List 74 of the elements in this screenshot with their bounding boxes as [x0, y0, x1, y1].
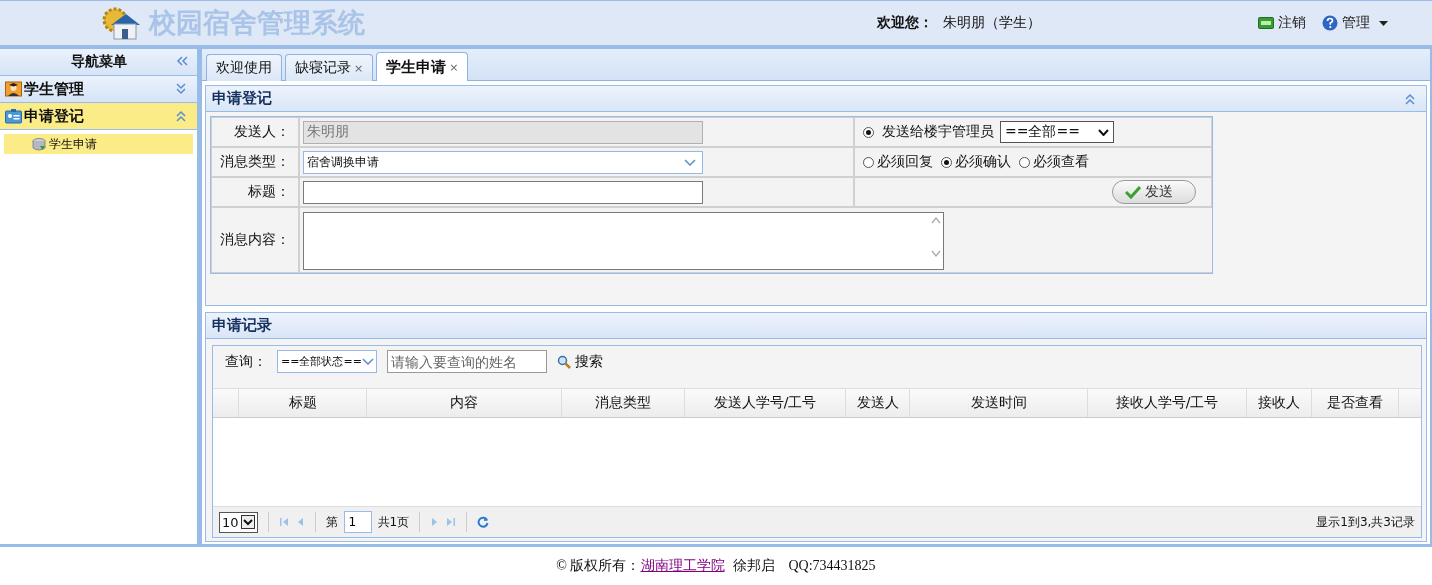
dropdown-icon — [684, 158, 696, 166]
check-icon — [1125, 185, 1141, 199]
status-select[interactable]: ==全部状态== — [277, 350, 377, 373]
user-name: 朱明朋（学生） — [943, 14, 1041, 32]
tab[interactable]: 欢迎使用 — [206, 54, 282, 81]
student-icon — [5, 81, 22, 97]
menu-group[interactable]: 申请登记 — [0, 103, 197, 130]
column-header: 标题 — [288, 394, 317, 412]
field-label: 消息类型： — [220, 153, 290, 171]
caret-icon — [1379, 20, 1388, 26]
search-field[interactable]: 请输入要查询的姓名 — [387, 350, 547, 373]
qq-number: QQ:734431825 — [788, 558, 876, 574]
close-icon[interactable]: × — [354, 61, 364, 75]
welcome-label: 欢迎您： — [877, 14, 933, 32]
panel-title: 申请登记 — [212, 89, 272, 108]
radio-label: 发送给楼宇管理员 — [882, 123, 994, 141]
menu-group[interactable]: 学生管理 — [0, 76, 197, 103]
close-icon[interactable]: × — [449, 60, 459, 74]
send-button[interactable]: 发送 — [1112, 180, 1196, 204]
radio-button[interactable] — [941, 156, 952, 168]
field-label: 消息内容： — [220, 231, 290, 249]
radio-button[interactable] — [863, 156, 874, 168]
page-input[interactable]: 1 — [343, 511, 372, 533]
input-field[interactable] — [303, 180, 703, 204]
page-label: 第 — [325, 513, 338, 531]
column-header: 是否查看 — [1327, 394, 1383, 412]
school-link[interactable]: 湖南理工学院 — [640, 558, 725, 573]
column-header: 消息类型 — [595, 394, 651, 412]
building-select[interactable]: ==全部== — [1000, 121, 1114, 143]
column-header: 发送时间 — [970, 394, 1027, 412]
radio-button[interactable] — [1019, 156, 1030, 168]
type-select[interactable]: 宿舍调换申请 — [303, 150, 703, 174]
refresh-icon[interactable] — [477, 516, 490, 528]
field-label: 标题： — [248, 183, 290, 201]
column-header: 内容 — [450, 394, 478, 412]
database-icon — [32, 137, 46, 151]
tab[interactable]: 缺寝记录 × — [285, 54, 374, 81]
logout-icon — [1258, 17, 1274, 29]
dropdown-icon — [240, 515, 255, 529]
record-summary: 显示1到3,共3记录 — [1316, 513, 1415, 531]
page-total: 共1页 — [377, 513, 410, 531]
expand-icon[interactable] — [175, 82, 189, 96]
query-label: 查询： — [225, 351, 267, 371]
search-icon — [557, 354, 571, 369]
help-icon — [1322, 15, 1338, 31]
last-page-icon[interactable] — [446, 517, 457, 527]
copyright-label: © 版权所有： — [556, 558, 641, 573]
panel-title: 申请记录 — [212, 316, 272, 335]
house-gear-logo — [101, 5, 141, 41]
radio-label: 必须回复 — [877, 153, 933, 171]
menu-group-label: 申请登记 — [24, 106, 85, 126]
field-label: 发送人： — [234, 123, 290, 141]
author-name: 徐邦启 — [732, 557, 775, 575]
menu-group-label: 学生管理 — [24, 79, 85, 99]
column-header: 接收人 — [1258, 394, 1300, 412]
logout-link[interactable]: 注销 — [1258, 14, 1306, 32]
column-header: 接收人学号/工号 — [1115, 394, 1219, 412]
menu-item[interactable]: 学生申请 — [4, 134, 193, 154]
id-card-icon — [5, 108, 22, 124]
scroll-arrows-icon — [931, 215, 941, 259]
column-header: 发送人 — [856, 394, 899, 412]
radio-label: 必须查看 — [1033, 153, 1089, 171]
dropdown-icon — [1097, 128, 1109, 136]
radio-label: 必须确认 — [955, 153, 1011, 171]
first-page-icon[interactable] — [278, 517, 289, 527]
tab[interactable]: 学生申请 × — [376, 52, 469, 81]
radio-button[interactable] — [863, 126, 874, 138]
search-button[interactable]: 搜索 — [557, 350, 603, 373]
manage-menu[interactable]: 管理 — [1322, 14, 1388, 32]
page-size-select[interactable]: 10 — [219, 511, 258, 533]
dropdown-icon — [361, 358, 374, 365]
sidebar-title: 导航菜单 — [70, 53, 127, 71]
message-textarea[interactable] — [303, 212, 944, 270]
column-header: 发送人学号/工号 — [713, 394, 817, 412]
